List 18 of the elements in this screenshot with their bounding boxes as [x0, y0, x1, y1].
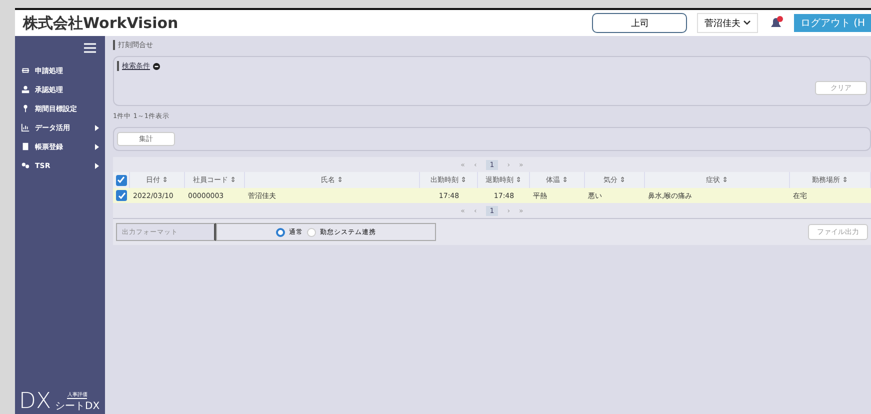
checkbox[interactable]: [116, 174, 126, 186]
chevron-down-icon: [743, 20, 752, 26]
menu-item-icon: [21, 142, 30, 151]
logo-mark: DX: [19, 391, 52, 413]
company-title: 株式会社WorkVision: [23, 14, 180, 32]
menu-item-icon: [21, 104, 30, 113]
role-button[interactable]: 上司: [592, 13, 688, 33]
menu-item-icon: [21, 66, 30, 75]
radio-button[interactable]: [307, 228, 316, 236]
collapse-icon[interactable]: [153, 62, 160, 70]
menu-item-icon: [21, 123, 30, 132]
menu-icon[interactable]: [84, 43, 96, 53]
menu-item-icon: [21, 85, 30, 94]
radio-button[interactable]: [276, 228, 285, 236]
user-menu[interactable]: 菅沼佳夫: [697, 13, 758, 33]
menu-item-icon: [21, 161, 30, 170]
checkbox[interactable]: [116, 190, 127, 201]
logo-name: シートDX: [55, 400, 100, 413]
